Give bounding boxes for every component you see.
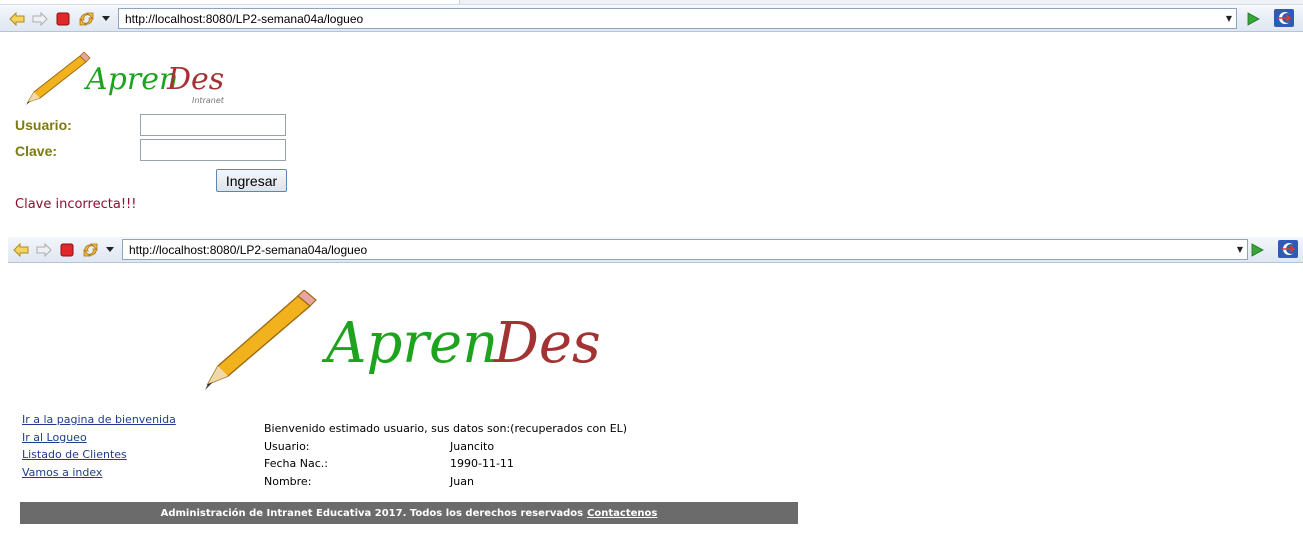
user-info: Bienvenido estimado usuario, sus datos s… [264,420,627,490]
browser-tab[interactable] [0,0,460,4]
logo-apren: Apren [83,62,178,97]
eclipse-icon[interactable] [1277,239,1299,259]
info-row: Fecha Nac.: 1990-11-11 [264,455,627,473]
welcome-text: Bienvenido estimado usuario, sus datos s… [264,422,628,435]
info-label: Fecha Nac.: [264,457,328,470]
logo-apren: Apren [321,311,498,376]
address-bar[interactable]: http://localhost:8080/LP2-semana04a/logu… [122,239,1248,260]
link-logueo[interactable]: Ir al Logueo [22,429,176,447]
dropdown-arrow-icon[interactable] [97,10,114,27]
usuario-input[interactable] [140,114,286,136]
pencil-icon [26,51,91,105]
link-bienvenida[interactable]: Ir a la pagina de bienvenida [22,411,176,429]
address-bar-url[interactable]: http://localhost:8080/LP2-semana04a/logu… [119,12,1222,26]
contact-link[interactable]: Contactenos [587,508,657,519]
info-row: Nombre: Juan [264,473,627,491]
nav-links: Ir a la pagina de bienvenida Ir al Logue… [22,411,176,481]
clave-label: Clave: [15,143,58,159]
logo-intranet: Intranet [192,96,225,105]
link-index[interactable]: Vamos a index [22,464,176,482]
info-label: Usuario: [264,439,310,453]
back-arrow-icon[interactable] [8,10,25,27]
chevron-down-icon[interactable]: ▼ [1233,240,1247,259]
logo-des: Des [166,62,224,97]
back-arrow-icon[interactable] [12,241,29,258]
go-icon[interactable] [1248,241,1265,258]
forward-arrow-icon[interactable] [35,241,52,258]
browser-toolbar-bottom: http://localhost:8080/LP2-semana04a/logu… [8,237,1303,263]
clave-input[interactable] [140,139,286,161]
usuario-label: Usuario: [15,117,72,133]
footer-text: Administración de Intranet Educativa 201… [160,507,584,519]
info-value: Juan [450,474,474,488]
info-value: Juancito [450,439,495,453]
chevron-down-icon[interactable]: ▼ [1222,9,1236,28]
info-row: Usuario: Juancito [264,438,627,456]
forward-arrow-icon[interactable] [31,10,48,27]
go-icon[interactable] [1244,10,1261,27]
refresh-icon[interactable] [82,241,99,258]
info-value: 1990-11-11 [450,457,514,470]
refresh-icon[interactable] [78,10,95,27]
aprendes-logo-large: Apren Des [200,289,610,396]
pencil-icon [205,289,317,390]
tab-strip [0,0,1303,5]
aprendes-logo-small: Apren Des Intranet [20,51,235,112]
dropdown-arrow-icon[interactable] [101,241,118,258]
logo-des: Des [493,311,601,376]
error-message: Clave incorrecta!!! [15,197,137,212]
address-bar[interactable]: http://localhost:8080/LP2-semana04a/logu… [118,8,1237,29]
address-bar-url[interactable]: http://localhost:8080/LP2-semana04a/logu… [123,243,1233,257]
stop-icon[interactable] [54,10,71,27]
info-label: Nombre: [264,474,312,488]
link-clientes[interactable]: Listado de Clientes [22,446,176,464]
eclipse-icon[interactable] [1273,8,1295,28]
browser-toolbar-top: http://localhost:8080/LP2-semana04a/logu… [0,6,1303,32]
footer: Administración de Intranet Educativa 201… [20,502,798,524]
stop-icon[interactable] [58,241,75,258]
ingresar-button[interactable]: Ingresar [216,169,287,192]
